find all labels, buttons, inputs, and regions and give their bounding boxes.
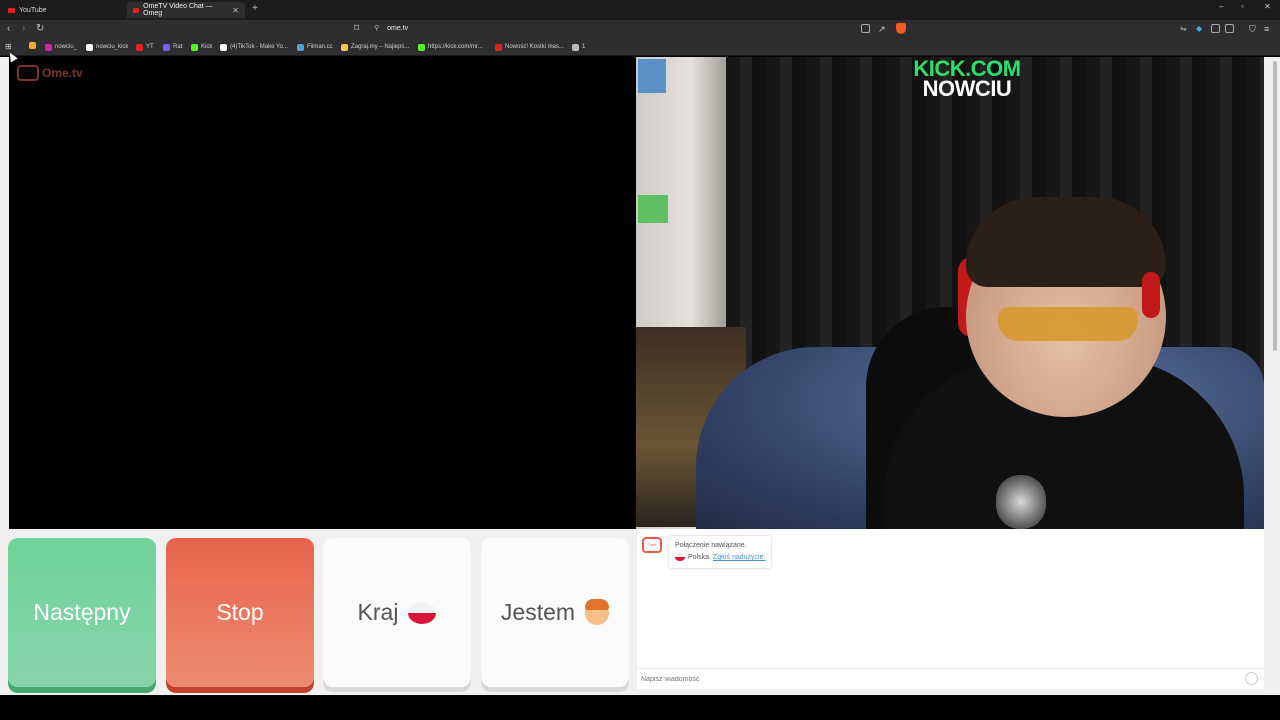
minimize-button[interactable]: – — [1219, 2, 1223, 11]
kick-icon — [191, 43, 198, 51]
video-poster — [638, 59, 666, 93]
sidebar-icon[interactable] — [1225, 24, 1234, 33]
emoji-icon[interactable] — [1245, 672, 1258, 685]
poland-flag-icon — [408, 601, 437, 624]
tab-label: YouTube — [19, 6, 47, 14]
stop-button-label: Stop — [216, 599, 264, 625]
next-button[interactable]: Następny — [8, 538, 156, 687]
youtube-icon — [495, 43, 502, 51]
boy-face-icon — [585, 598, 610, 625]
instagram-icon — [45, 43, 52, 51]
bookmark-item[interactable]: Nowość! Kostki mas... — [495, 42, 564, 52]
own-video: Ome.tv — [9, 57, 636, 529]
bookmark-item[interactable]: Kick — [191, 42, 212, 52]
menu-icon[interactable]: ≡ — [1264, 23, 1269, 35]
ometv-chat-icon: Ome — [642, 537, 662, 553]
tiktok-icon — [220, 43, 227, 51]
shirt-print — [996, 475, 1046, 529]
close-window-button[interactable]: ✕ — [1264, 2, 1271, 11]
message-box — [637, 668, 1264, 688]
tv-icon — [17, 65, 39, 81]
vpn-icon[interactable]: ⇋ — [1180, 23, 1187, 35]
bookmark-item[interactable]: 1 — [572, 42, 585, 52]
bookmark-item[interactable]: nowciu_ — [45, 42, 77, 52]
message-input[interactable] — [641, 672, 1231, 686]
gender-button[interactable]: Jestem — [481, 538, 629, 687]
browser-toolbar: ‹ › ↻ ⌑ ⚲ ome.tv ↗ ⇋ ◆ ⛉ ≡ — [0, 20, 1280, 39]
stranger-video: KICK.COM NOWCIU — [636, 57, 1264, 529]
brave-shield-icon[interactable] — [896, 23, 906, 34]
cast-icon[interactable] — [861, 24, 870, 33]
site-settings-icon[interactable]: ⚲ — [374, 25, 379, 32]
country-button-label: Kraj — [357, 599, 399, 625]
bookmarks-bar: ⊞ nowciu_ nowciu_kick YT Rat Kick (4)Tik… — [0, 39, 1280, 56]
tab-label: OmeTV Video Chat — Omeg — [143, 3, 213, 17]
shield-icon[interactable]: ⛉ — [1249, 23, 1256, 35]
next-button-label: Następny — [33, 599, 131, 625]
video-box — [638, 195, 668, 223]
page-scrollbar[interactable] — [1270, 57, 1280, 695]
ometv-logo[interactable]: Ome.tv — [17, 65, 83, 81]
country-button[interactable]: Kraj — [323, 538, 471, 687]
bookmark-favicon — [341, 43, 348, 51]
overlay-line2: NOWCIU — [922, 76, 1012, 101]
youtube-icon — [133, 7, 140, 13]
report-abuse-link[interactable]: Zgłoś nadużycie. — [713, 554, 766, 561]
maximize-button[interactable]: ▫ — [1241, 2, 1244, 11]
wallet-icon[interactable]: ◆ — [1196, 23, 1202, 35]
bookmark-item[interactable]: nowciu_kick — [86, 42, 128, 52]
url-text: ome.tv — [387, 25, 409, 32]
new-tab-button[interactable]: + — [252, 3, 258, 14]
twitch-icon — [163, 43, 170, 51]
youtube-icon — [136, 43, 143, 51]
tab-youtube[interactable]: YouTube — [2, 2, 126, 18]
forward-icon[interactable]: › — [22, 23, 25, 35]
stream-overlay: KICK.COM NOWCIU — [902, 58, 1032, 101]
headset-right — [1142, 272, 1160, 318]
bookmark-item[interactable]: YT — [136, 42, 154, 52]
chat-panel: Ome Połączenie nawiązane. Polska. Zgłoś … — [637, 529, 1264, 689]
taskbar-strip — [0, 695, 1280, 720]
back-icon[interactable]: ‹ — [7, 23, 10, 35]
extensions-icon[interactable] — [1211, 24, 1220, 33]
bookmark-item[interactable]: https://kick.com/mr... — [418, 42, 483, 52]
video-person-glasses — [998, 307, 1138, 341]
poland-flag-icon — [675, 553, 685, 561]
bookmark-item[interactable]: Filman.cc — [297, 42, 333, 52]
kick-icon — [418, 43, 425, 51]
bookmark-icon[interactable]: ⌑ — [354, 23, 359, 35]
scrollbar-thumb[interactable] — [1273, 61, 1277, 351]
share-icon[interactable]: ↗ — [878, 23, 886, 35]
address-bar[interactable]: ⚲ ome.tv — [374, 23, 408, 35]
bookmark-item[interactable]: (4)TikTok - Make Yo... — [220, 42, 288, 52]
close-tab-icon[interactable]: ✕ — [232, 6, 239, 15]
bookmark-item[interactable]: Zagraj.my – Najleps... — [341, 42, 409, 52]
tab-strip: YouTube OmeTV Video Chat — Omeg ✕ + – ▫ … — [0, 0, 1280, 20]
youtube-icon — [8, 7, 15, 13]
stop-button[interactable]: Stop — [166, 538, 314, 687]
tab-ometv[interactable]: OmeTV Video Chat — Omeg ✕ — [127, 2, 245, 18]
bookmark-item[interactable]: Rat — [163, 42, 182, 52]
bookmark-favicon — [297, 43, 304, 51]
ometv-page: Ome.tv KICK.COM NOWCIU Następny Stop Kra… — [0, 57, 1280, 695]
reload-icon[interactable]: ↻ — [36, 23, 44, 35]
bookmark-item[interactable] — [29, 42, 39, 49]
video-person-hair — [966, 197, 1166, 287]
connection-status: Połączenie nawiązane. — [675, 542, 747, 549]
partner-country: Polska. — [688, 554, 711, 561]
bookmark-favicon — [29, 42, 36, 49]
bookmark-favicon — [572, 43, 579, 51]
x-icon — [86, 43, 93, 51]
system-message: Połączenie nawiązane. Polska. Zgłoś nadu… — [668, 535, 773, 569]
gender-button-label: Jestem — [500, 599, 576, 625]
